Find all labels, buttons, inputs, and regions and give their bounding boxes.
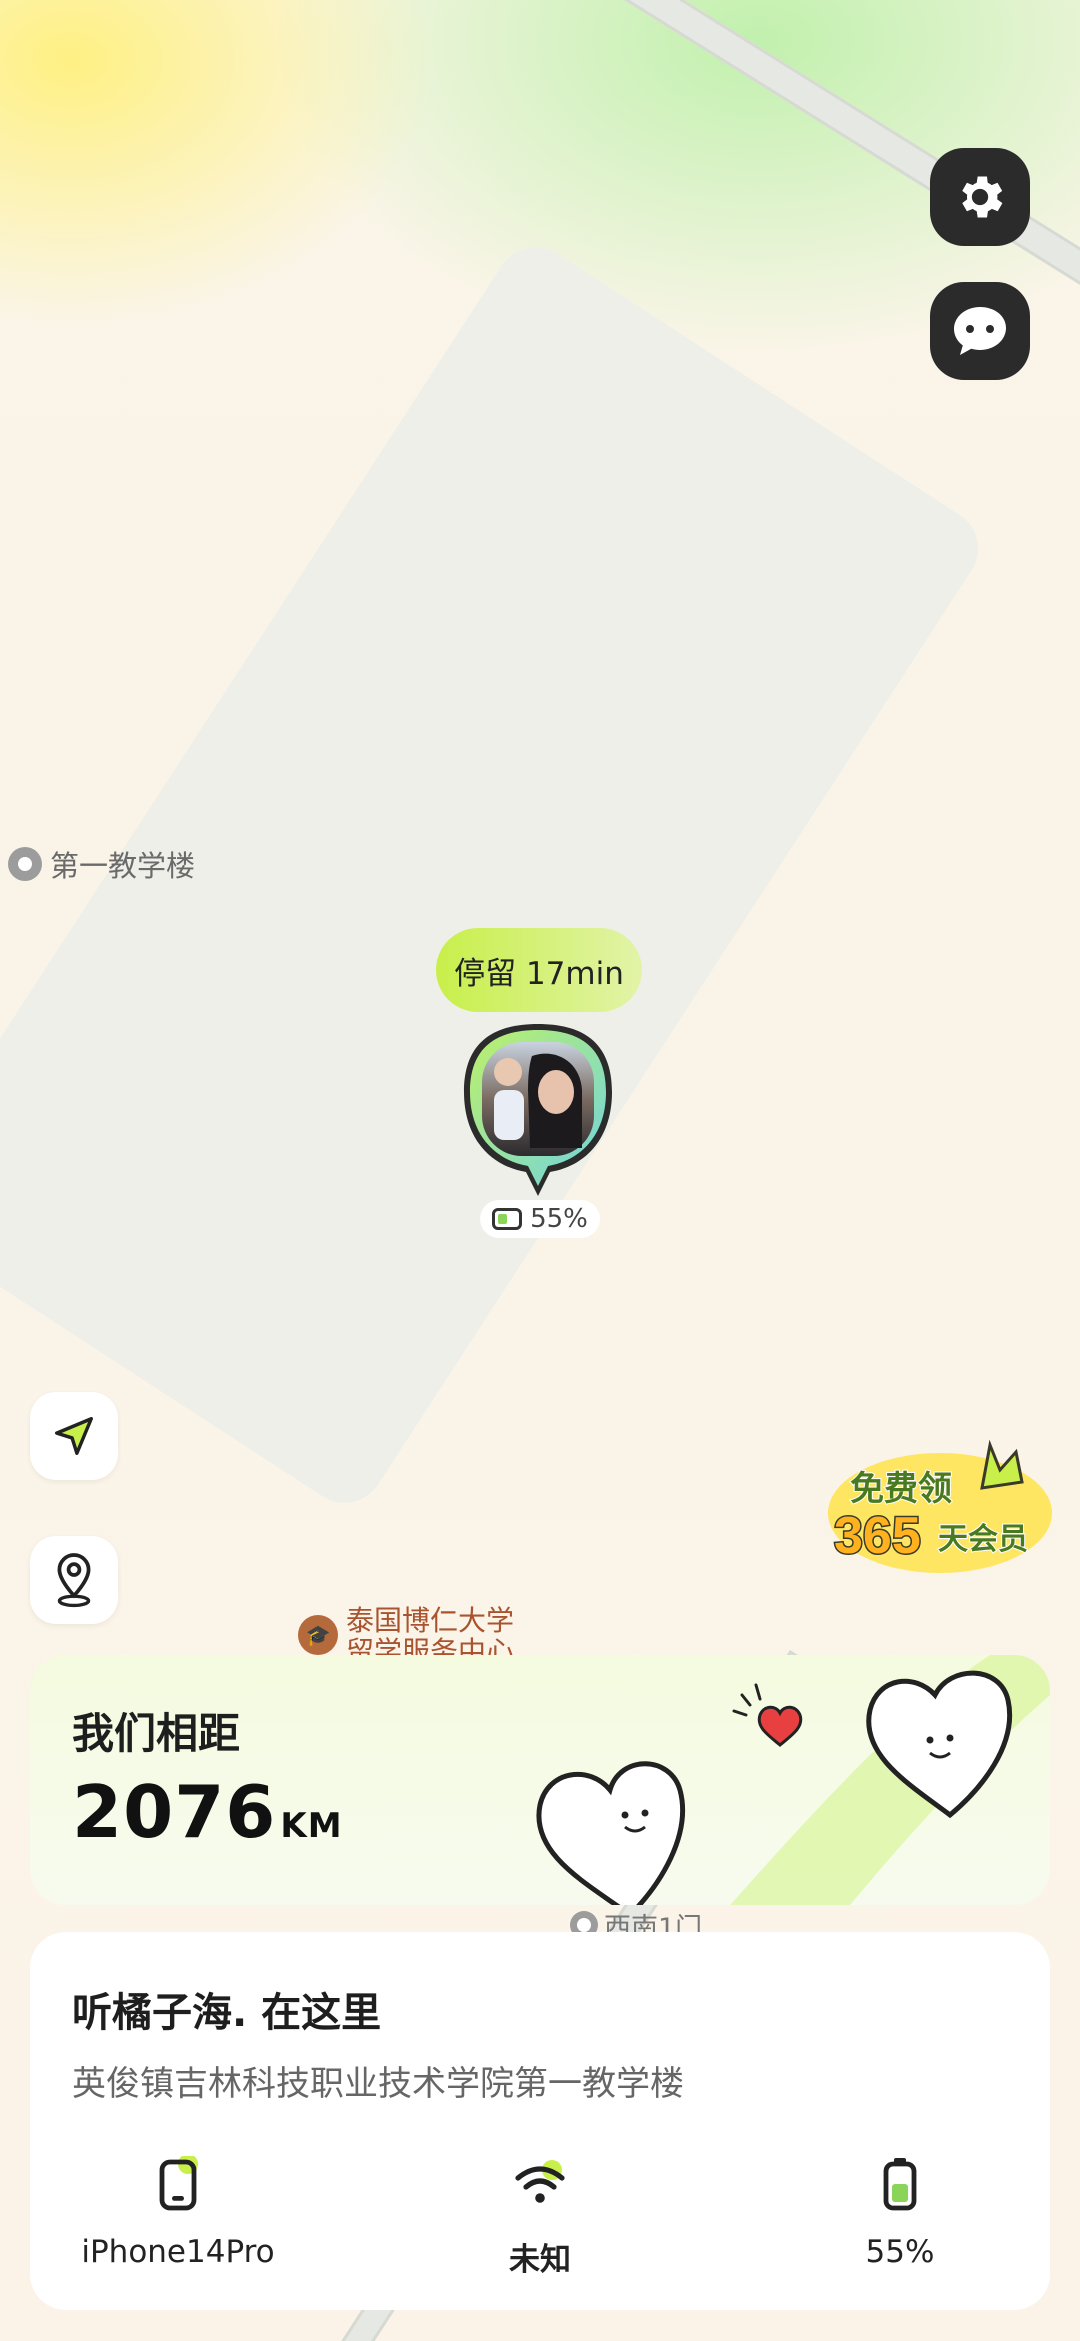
distance-value: 2076 KM	[72, 1770, 343, 1854]
battery-stat: 55%	[790, 2152, 1010, 2270]
gear-icon	[962, 176, 1003, 218]
location-address: 英俊镇吉林科技职业技术学院第一教学楼	[72, 2064, 684, 2104]
locate-me-button[interactable]	[30, 1392, 118, 1480]
stay-duration-badge: 停留 17min	[436, 928, 642, 1012]
poi-label: 第一教学楼	[50, 849, 196, 883]
device-stat: iPhone14Pro	[68, 2152, 288, 2270]
phone-icon	[159, 2156, 198, 2211]
wifi-icon	[515, 2160, 565, 2203]
promo-text-line1: 免费领	[850, 1470, 952, 1508]
wifi-stat: 未知	[430, 2152, 650, 2279]
vip-promo-badge[interactable]: 免费领 365 天会员	[820, 1425, 1060, 1595]
hearts-illustration	[536, 1655, 1050, 1905]
avatar-pin[interactable]	[458, 1020, 618, 1200]
battery-level: 55%	[865, 2234, 935, 2270]
battery-icon	[492, 1208, 523, 1230]
battery-icon	[883, 2158, 917, 2211]
poi-school-label-1: 泰国博仁大学	[346, 1604, 515, 1637]
wifi-status: 未知	[509, 2242, 571, 2278]
poi-marker-icon	[8, 847, 42, 881]
location-pin-icon	[57, 1553, 91, 1608]
stay-duration-label: 停留 17min	[454, 955, 624, 992]
location-pin-button[interactable]	[30, 1536, 118, 1624]
distance-number: 2076	[72, 1770, 277, 1854]
promo-number: 365	[834, 1507, 921, 1565]
distance-unit: KM	[280, 1806, 343, 1846]
promo-text-line2: 天会员	[938, 1523, 1028, 1556]
graduation-cap-icon: 🎓	[298, 1615, 338, 1655]
chat-button[interactable]	[930, 282, 1030, 380]
marker-battery-label: 55%	[530, 1204, 588, 1234]
settings-button[interactable]	[930, 148, 1030, 246]
device-name: iPhone14Pro	[81, 2234, 275, 2270]
distance-card: 我们相距 2076 KM	[30, 1655, 1050, 1905]
poi-teaching-building[interactable]: 第一教学楼	[8, 843, 195, 885]
distance-title: 我们相距	[72, 1709, 241, 1758]
location-title: 听橘子海. 在这里	[72, 1990, 382, 2036]
navigation-arrow-icon	[55, 1417, 93, 1455]
location-info-card: 听橘子海. 在这里 英俊镇吉林科技职业技术学院第一教学楼 iPhone14Pro…	[30, 1932, 1050, 2310]
chat-bubble-icon	[954, 307, 1006, 355]
marker-battery-chip: 55%	[480, 1200, 600, 1238]
